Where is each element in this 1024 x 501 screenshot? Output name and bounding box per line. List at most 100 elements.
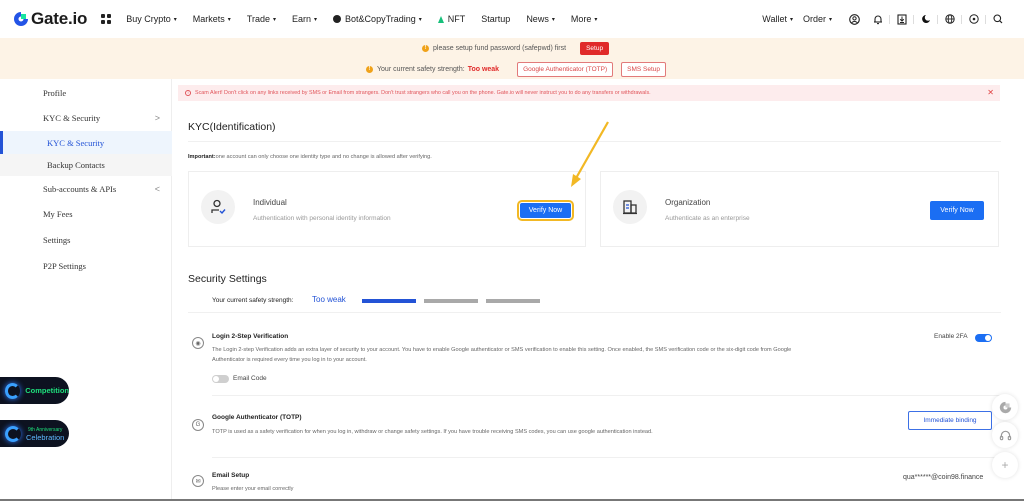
individual-verify-now-button[interactable]: Verify Now bbox=[517, 200, 574, 221]
sidebar-item-settings[interactable]: Settings bbox=[0, 227, 172, 253]
search-icon[interactable] bbox=[986, 0, 1010, 38]
globe-icon[interactable] bbox=[938, 0, 962, 38]
close-icon[interactable]: ✕ bbox=[987, 88, 994, 97]
bell-icon[interactable] bbox=[866, 0, 890, 38]
nft-icon bbox=[437, 15, 444, 23]
notice-bar: ! please setup fund password (safepwd) f… bbox=[0, 38, 1024, 79]
fund-password-text: please setup fund password (safepwd) fir… bbox=[433, 45, 567, 52]
gate-icon[interactable] bbox=[992, 394, 1018, 420]
nav-earn[interactable]: Earn ▾ bbox=[292, 14, 317, 24]
divider bbox=[188, 312, 1001, 313]
user-check-icon bbox=[201, 190, 235, 224]
sidebar: Profile KYC & Security > KYC & Security B… bbox=[0, 79, 172, 501]
shield-icon: ◉ bbox=[192, 337, 204, 349]
apps-grid-icon[interactable] bbox=[101, 14, 112, 24]
email-code-label: Email Code bbox=[233, 375, 267, 382]
login-2fa-title: Login 2-Step Verification bbox=[212, 333, 289, 340]
individual-desc: Authentication with personal identity in… bbox=[253, 215, 391, 222]
plus-icon[interactable]: + bbox=[992, 452, 1018, 478]
email-setup-desc: Please enter your email correctly bbox=[212, 486, 294, 492]
gate-logo-icon bbox=[14, 12, 28, 26]
sidebar-item-kyc-security-group[interactable]: KYC & Security > bbox=[0, 105, 172, 131]
scam-alert-text: Scam Alert! Don't click on any links rec… bbox=[195, 90, 651, 96]
nav-nft[interactable]: NFT bbox=[437, 14, 465, 24]
sidebar-item-kyc-security[interactable]: KYC & Security bbox=[0, 131, 172, 154]
fund-password-notice: ! please setup fund password (safepwd) f… bbox=[422, 42, 610, 55]
nav-links: Buy Crypto ▾ Markets ▾ Trade ▾ Earn ▾ Bot&Co… bbox=[126, 14, 613, 24]
organization-desc: Authenticate as an enterprise bbox=[665, 215, 750, 222]
kyc-title: KYC(Identification) bbox=[188, 121, 276, 133]
google-auth-title: Google Authenticator (TOTP) bbox=[212, 414, 302, 421]
caret-down-icon: ▾ bbox=[594, 16, 598, 23]
sidebar-item-profile[interactable]: Profile bbox=[0, 80, 172, 106]
strength-bar-2 bbox=[424, 299, 478, 303]
login-2fa-desc: The Login 2-step Verification adds an ex… bbox=[212, 347, 792, 363]
sidebar-item-sub-accounts-apis[interactable]: Sub-accounts & APIs < bbox=[0, 176, 172, 202]
theme-icon[interactable] bbox=[914, 0, 938, 38]
caret-down-icon: ▾ bbox=[273, 16, 277, 23]
sidebar-item-backup-contacts[interactable]: Backup Contacts bbox=[0, 154, 172, 176]
warning-icon: ! bbox=[422, 45, 429, 52]
nav-buy-crypto[interactable]: Buy Crypto ▾ bbox=[126, 14, 177, 24]
safety-strength-notice: ! Your current safety strength: Too weak… bbox=[366, 62, 667, 77]
chevron-right-icon: > bbox=[154, 113, 160, 123]
setup-fund-password-button[interactable]: Setup bbox=[580, 42, 610, 55]
divider bbox=[212, 457, 1001, 458]
email-code-toggle[interactable] bbox=[212, 375, 229, 383]
bot-icon bbox=[333, 15, 342, 23]
kyc-important-note: Important:one account can only choose on… bbox=[188, 154, 432, 160]
nav-bot-copytrading[interactable]: Bot&CopyTrading ▾ bbox=[333, 14, 422, 24]
mail-icon: ✉ bbox=[192, 475, 204, 487]
download-icon[interactable] bbox=[890, 0, 914, 38]
competition-label: Competition bbox=[25, 386, 69, 395]
caret-down-icon: ▾ bbox=[828, 16, 832, 23]
sms-setup-button[interactable]: SMS Setup bbox=[621, 62, 667, 77]
competition-banner[interactable]: Competition bbox=[0, 377, 69, 404]
headset-icon[interactable] bbox=[992, 422, 1018, 448]
alert-icon: ! bbox=[185, 90, 191, 96]
nav-more[interactable]: More ▾ bbox=[571, 14, 598, 24]
strength-bar-1 bbox=[362, 299, 416, 303]
nav-news[interactable]: News ▾ bbox=[526, 14, 555, 24]
strength-value: Too weak bbox=[467, 66, 500, 73]
brand-name: Gate.io bbox=[31, 9, 88, 28]
immediate-binding-button[interactable]: Immediate binding bbox=[908, 411, 992, 430]
caret-down-icon: ▾ bbox=[551, 16, 555, 23]
caret-down-icon: ▾ bbox=[789, 16, 793, 23]
nav-markets[interactable]: Markets ▾ bbox=[193, 14, 231, 24]
gate-logo[interactable]: Gate.io bbox=[13, 0, 87, 38]
caret-down-icon: ▾ bbox=[314, 16, 318, 23]
settings-icon[interactable] bbox=[962, 0, 986, 38]
individual-title: Individual bbox=[253, 198, 287, 207]
gate-logo-icon bbox=[5, 425, 21, 442]
divider bbox=[212, 395, 1001, 396]
kyc-individual-card: Individual Authentication with personal … bbox=[188, 171, 586, 247]
enable-2fa-label: Enable 2FA bbox=[934, 333, 968, 340]
nav-startup[interactable]: Startup bbox=[481, 14, 510, 24]
strength-bar-3 bbox=[486, 299, 540, 303]
nav-order[interactable]: Order ▾ bbox=[803, 14, 832, 24]
warning-icon: ! bbox=[366, 66, 373, 73]
organization-title: Organization bbox=[665, 198, 711, 207]
sidebar-item-my-fees[interactable]: My Fees bbox=[0, 201, 172, 227]
sidebar-item-p2p-settings[interactable]: P2P Settings bbox=[0, 253, 172, 279]
kyc-organization-card: Organization Authenticate as an enterpri… bbox=[600, 171, 999, 247]
google-authenticator-button[interactable]: Google Authenticator (TOTP) bbox=[517, 62, 614, 77]
enable-2fa-toggle[interactable] bbox=[975, 334, 992, 342]
annotation-arrow bbox=[571, 121, 609, 187]
chevron-left-icon: < bbox=[154, 184, 160, 194]
strength-prefix: Your current safety strength: bbox=[377, 66, 465, 73]
caret-down-icon: ▾ bbox=[227, 16, 231, 23]
caret-down-icon: ▾ bbox=[173, 16, 177, 23]
anniversary-label: 9th Anniversary Celebration bbox=[26, 426, 65, 442]
nav-trade[interactable]: Trade ▾ bbox=[247, 14, 276, 24]
organization-verify-now-button[interactable]: Verify Now bbox=[930, 201, 984, 220]
gate-logo-icon bbox=[5, 382, 21, 399]
scam-alert: ! Scam Alert! Don't click on any links r… bbox=[178, 85, 1000, 101]
security-settings-title: Security Settings bbox=[188, 273, 267, 285]
user-icon[interactable] bbox=[842, 0, 866, 38]
email-value: qua******@coin98.finance bbox=[903, 474, 984, 481]
anniversary-banner[interactable]: 9th Anniversary Celebration bbox=[0, 420, 69, 447]
security-strength-value: Too weak bbox=[312, 295, 346, 304]
nav-wallet[interactable]: Wallet ▾ bbox=[762, 14, 793, 24]
